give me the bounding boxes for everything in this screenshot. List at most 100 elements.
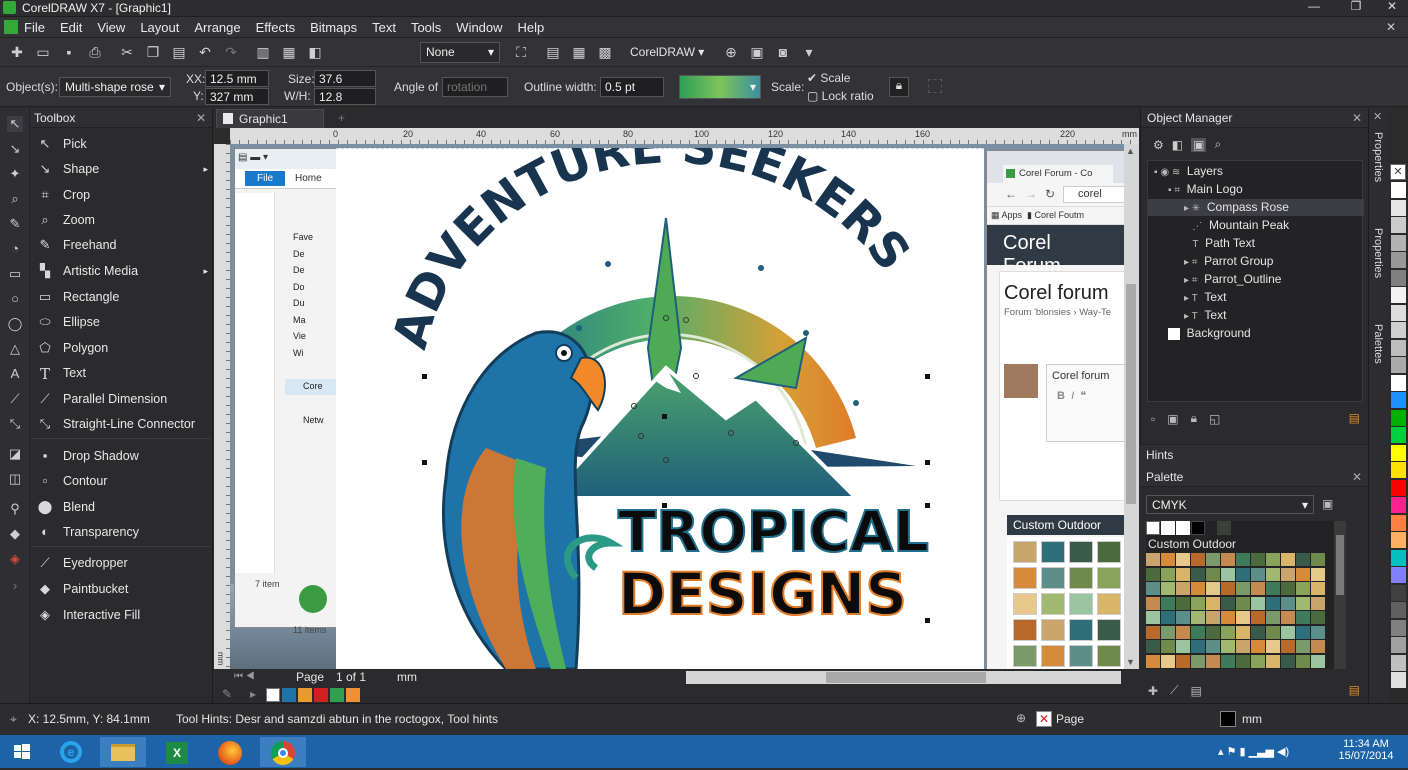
tool-artistic-media[interactable]: ▚ Artistic Media ▸: [36, 261, 208, 281]
crop-tool-icon[interactable]: ✦: [7, 166, 23, 182]
internet-explorer-icon[interactable]: e: [48, 737, 94, 767]
address-bar[interactable]: corel: [1063, 186, 1124, 203]
publish-pdf-icon[interactable]: ◧: [306, 43, 324, 61]
swatch-none[interactable]: [266, 688, 280, 702]
palette-strip-swatch[interactable]: [1391, 409, 1406, 426]
tree-node-parrot-group[interactable]: ▸ ⌗ Parrot Group: [1184, 253, 1364, 270]
zoom-tool-icon[interactable]: ⌕: [7, 191, 23, 207]
undo-icon[interactable]: ↶: [196, 43, 214, 61]
cut-icon[interactable]: ✂: [118, 43, 136, 61]
scroll-thumb[interactable]: [1126, 284, 1136, 504]
swatch-orange[interactable]: [298, 688, 312, 702]
palette-swatch[interactable]: [1191, 654, 1205, 668]
tree-node-background[interactable]: Background: [1168, 325, 1358, 342]
palette-strip-swatch[interactable]: [1391, 339, 1406, 356]
tool-blend[interactable]: ⬤ Blend: [36, 497, 95, 517]
add-color-icon[interactable]: ✚: [1148, 684, 1158, 698]
palette-swatch[interactable]: [1236, 553, 1250, 566]
eyedropper-icon[interactable]: ⟋: [1170, 683, 1178, 698]
palette-swatch[interactable]: [1281, 553, 1295, 566]
palette-swatch[interactable]: [1236, 567, 1250, 581]
save-icon[interactable]: ▪: [60, 43, 78, 61]
minimize-button[interactable]: —: [1296, 0, 1332, 15]
tray-icons[interactable]: ▴ ⚑ ▮ ▁▃▅ ◀): [1218, 745, 1289, 758]
menu-edit[interactable]: Edit: [60, 20, 82, 35]
tree-node-parrot-outline[interactable]: ▸ ⌗ Parrot_Outline: [1184, 271, 1364, 288]
palette-swatch[interactable]: [1296, 582, 1310, 595]
explorer-item[interactable]: Vie: [293, 328, 313, 345]
print-icon[interactable]: ⎙: [86, 43, 104, 61]
tool-rectangle[interactable]: ▭ Rectangle: [36, 287, 119, 307]
vertical-ruler[interactable]: mm: [214, 144, 230, 669]
browser-swatch[interactable]: [1013, 619, 1037, 641]
palette-swatch[interactable]: [1221, 640, 1235, 653]
palette-strip-swatch[interactable]: [1391, 444, 1406, 461]
tree-node-layers[interactable]: ▪ ◉ ≋ Layers: [1154, 163, 1354, 180]
horizontal-ruler[interactable]: 0 20 40 60 80 100 120 140 160 220 mm: [230, 128, 1139, 144]
palette-swatch[interactable]: [1176, 611, 1190, 624]
palette-swatch[interactable]: [1281, 582, 1295, 595]
object-type-dropdown[interactable]: Multi-shape rose ▾: [59, 77, 171, 97]
document-close-icon[interactable]: ✕: [1386, 20, 1396, 34]
browser-swatch[interactable]: [1097, 619, 1121, 641]
fill-gradient-swatch[interactable]: ▾: [679, 75, 761, 99]
palette-swatch[interactable]: [1311, 582, 1325, 595]
swatch-green[interactable]: [330, 688, 344, 702]
palette-swatch[interactable]: [1296, 596, 1310, 610]
menu-file[interactable]: File: [24, 20, 45, 35]
palette-swatch[interactable]: [1266, 596, 1280, 610]
palette-swatch[interactable]: [1266, 582, 1280, 595]
palette-swatch[interactable]: [1206, 625, 1220, 639]
palette-swatch[interactable]: [1191, 640, 1205, 653]
file-explorer-icon[interactable]: [100, 737, 146, 767]
palette-swatch[interactable]: [1266, 640, 1280, 653]
bookmark-corel[interactable]: Corel Foutm: [1035, 210, 1085, 220]
palette-menu-icon[interactable]: ▣: [1322, 497, 1333, 511]
palette-swatch[interactable]: [1236, 654, 1250, 668]
palette-strip-swatch[interactable]: [1391, 357, 1406, 373]
tool-crop[interactable]: ⌗ Crop: [36, 185, 90, 205]
browser-swatch[interactable]: [1041, 593, 1065, 615]
palette-strip-swatch[interactable]: [1391, 462, 1406, 478]
drop-shadow-tool-icon[interactable]: ◪: [7, 446, 23, 462]
browser-swatch[interactable]: [1097, 645, 1121, 667]
dimension-tool-icon[interactable]: ⟋: [7, 391, 23, 407]
palette-swatch[interactable]: [1281, 596, 1295, 610]
explorer-network-item[interactable]: Netw: [303, 415, 324, 425]
explorer-item[interactable]: De: [293, 246, 313, 263]
palette-swatch[interactable]: [1206, 654, 1220, 668]
palette-swatch[interactable]: [1251, 596, 1265, 610]
no-color-swatch[interactable]: ✕: [1390, 164, 1406, 180]
import-icon[interactable]: ▥: [254, 43, 272, 61]
palette-swatch[interactable]: [1311, 654, 1325, 668]
clock[interactable]: 11:34 AM 15/07/2014: [1336, 738, 1396, 762]
explorer-item[interactable]: De: [293, 262, 313, 279]
tool-text[interactable]: T Text: [36, 363, 86, 383]
shape-tool-icon[interactable]: ↘: [7, 141, 23, 157]
swatch-white[interactable]: [1176, 521, 1190, 535]
outline-color-swatch[interactable]: [1220, 711, 1236, 727]
explorer-item[interactable]: Ma: [293, 312, 313, 329]
palette-strip-swatch[interactable]: [1391, 252, 1406, 268]
palette-swatch[interactable]: [1236, 582, 1250, 595]
menu-bitmaps[interactable]: Bitmaps: [310, 20, 357, 35]
scroll-up-icon[interactable]: ▲: [1126, 146, 1135, 156]
palette-swatch[interactable]: [1176, 582, 1190, 595]
palette-swatch[interactable]: [1311, 553, 1325, 566]
reply-editor[interactable]: Corel forum B I ❝: [1046, 364, 1124, 442]
hints-panel[interactable]: Hints: [1140, 444, 1368, 466]
palette-swatch[interactable]: [1311, 567, 1325, 581]
tool-transparency[interactable]: ◐ Transparency: [36, 522, 139, 542]
horizontal-scrollbar[interactable]: [686, 671, 1121, 684]
palette-swatch[interactable]: [1146, 553, 1160, 566]
palette-strip-swatch[interactable]: [1391, 497, 1406, 513]
palette-swatch[interactable]: [1191, 582, 1205, 595]
palette-swatch[interactable]: [1266, 654, 1280, 668]
import-bitmap-icon[interactable]: ◙: [774, 43, 792, 61]
tree-node-text[interactable]: ▸ T Text: [1184, 289, 1364, 306]
palette-swatch[interactable]: [1236, 596, 1250, 610]
palette-strip-swatch[interactable]: [1391, 654, 1406, 671]
palette-strip-swatch[interactable]: [1391, 514, 1406, 531]
pick-tool-icon[interactable]: ↖: [7, 116, 23, 132]
tree-node-path-text[interactable]: T Path Text: [1184, 235, 1364, 252]
